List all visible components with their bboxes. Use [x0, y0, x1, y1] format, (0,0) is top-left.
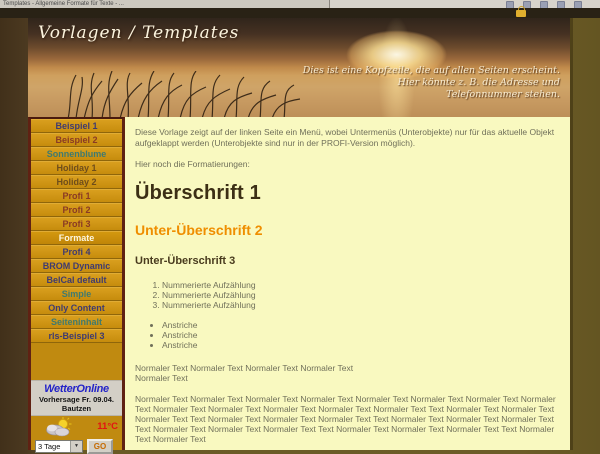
ordered-list: Nummerierte AufzählungNummerierte Aufzäh… — [162, 280, 556, 310]
sidebar-item-beispiel-2[interactable]: Beispiel 2 — [31, 133, 122, 147]
partly-cloudy-icon — [43, 417, 73, 437]
weather-controls: 3 Tage ▼ GO — [31, 438, 122, 454]
sidebar-item-sonnenblume[interactable]: Sonnenblume — [31, 147, 122, 161]
sidebar-item-rls-beispiel-3[interactable]: rls-Beispiel 3 — [31, 329, 122, 343]
go-button[interactable]: GO — [87, 439, 113, 454]
weather-city: Bautzen — [31, 404, 122, 413]
intro-paragraph: Diese Vorlage zeigt auf der linken Seite… — [135, 127, 556, 148]
sidebar-item-seiteninhalt[interactable]: Seiteninhalt — [31, 315, 122, 329]
heading-3: Unter-Überschrift 3 — [135, 255, 556, 267]
browser-chrome: Templates - Allgemeine Formate für Texte… — [0, 0, 600, 8]
temperature-value: 11°C — [97, 421, 118, 432]
header-tagline-line: Telefonnummer stehen. — [303, 89, 560, 101]
bullet-list-item: Anstriche — [162, 330, 556, 340]
sidebar-item-only-content[interactable]: Only Content — [31, 301, 122, 315]
ordered-list-item: Nummerierte Aufzählung — [162, 290, 556, 300]
bullet-list: AnstricheAnstricheAnstriche — [162, 320, 556, 350]
header-tagline-line: Dies ist eine Kopfzeile, die auf allen S… — [303, 65, 560, 77]
sidebar-item-simple[interactable]: Simple — [31, 287, 122, 301]
ordered-list-item: Nummerierte Aufzählung — [162, 300, 556, 310]
sidebar-item-brom-dynamic[interactable]: BROM Dynamic — [31, 259, 122, 273]
weather-widget: WetterOnline Vorhersage Fr. 09.04. Bautz… — [31, 380, 122, 454]
window-top-band — [0, 8, 600, 18]
weather-current: 11°C — [31, 416, 122, 438]
weather-forecast-line: Vorhersage Fr. 09.04. — [31, 395, 122, 404]
normal-text-line: Normaler Text Normaler Text Normaler Tex… — [135, 363, 353, 373]
ordered-list-item: Nummerierte Aufzählung — [162, 280, 556, 290]
sidebar-menu: Beispiel 1Beispiel 2SonnenblumeHoliday 1… — [31, 119, 122, 343]
main-content: Diese Vorlage zeigt auf der linken Seite… — [125, 117, 570, 450]
sidebar-item-profi-4[interactable]: Profi 4 — [31, 245, 122, 259]
forecast-range-value: 3 Tage — [36, 441, 70, 452]
bullet-list-item: Anstriche — [162, 320, 556, 330]
header-tagline-line: Hier könnte z. B. die Adresse und — [303, 77, 560, 89]
lock-icon — [516, 9, 526, 17]
browser-tab[interactable]: Templates - Allgemeine Formate für Texte… — [0, 0, 330, 8]
normal-text-paragraph-long: Normaler Text Normaler Text Normaler Tex… — [135, 394, 556, 444]
sidebar: Beispiel 1Beispiel 2SonnenblumeHoliday 1… — [28, 117, 125, 450]
beach-grass-silhouette — [58, 71, 318, 117]
header-tagline: Dies ist eine Kopfzeile, die auf allen S… — [303, 65, 560, 101]
sidebar-item-profi-3[interactable]: Profi 3 — [31, 217, 122, 231]
chevron-down-icon[interactable]: ▼ — [70, 441, 82, 452]
bullet-list-item: Anstriche — [162, 340, 556, 350]
sidebar-item-formate[interactable]: Formate — [31, 231, 122, 245]
site-container: Vorlagen / Templates Dies ist eine Kopfz… — [28, 18, 573, 450]
normal-text-paragraph: Normaler Text Normaler Text Normaler Tex… — [135, 363, 556, 383]
sidebar-item-profi-1[interactable]: Profi 1 — [31, 189, 122, 203]
sidebar-item-profi-2[interactable]: Profi 2 — [31, 203, 122, 217]
sidebar-item-beispiel-1[interactable]: Beispiel 1 — [31, 119, 122, 133]
heading-2: Unter-Überschrift 2 — [135, 222, 556, 238]
sidebar-item-belcal-default[interactable]: BelCal default — [31, 273, 122, 287]
sidebar-item-holiday-1[interactable]: Holiday 1 — [31, 161, 122, 175]
sidebar-item-holiday-2[interactable]: Holiday 2 — [31, 175, 122, 189]
weather-panel: WetterOnline Vorhersage Fr. 09.04. Bautz… — [31, 380, 122, 416]
forecast-range-select[interactable]: 3 Tage ▼ — [35, 440, 83, 453]
normal-text-line: Normaler Text — [135, 373, 188, 383]
intro-paragraph-2: Hier noch die Formatierungen: — [135, 159, 556, 169]
page-title: Vorlagen / Templates — [38, 23, 239, 43]
heading-1: Überschrift 1 — [135, 182, 556, 205]
header-banner: Vorlagen / Templates Dies ist eine Kopfz… — [28, 18, 570, 117]
wetteronline-logo[interactable]: WetterOnline — [31, 383, 122, 395]
